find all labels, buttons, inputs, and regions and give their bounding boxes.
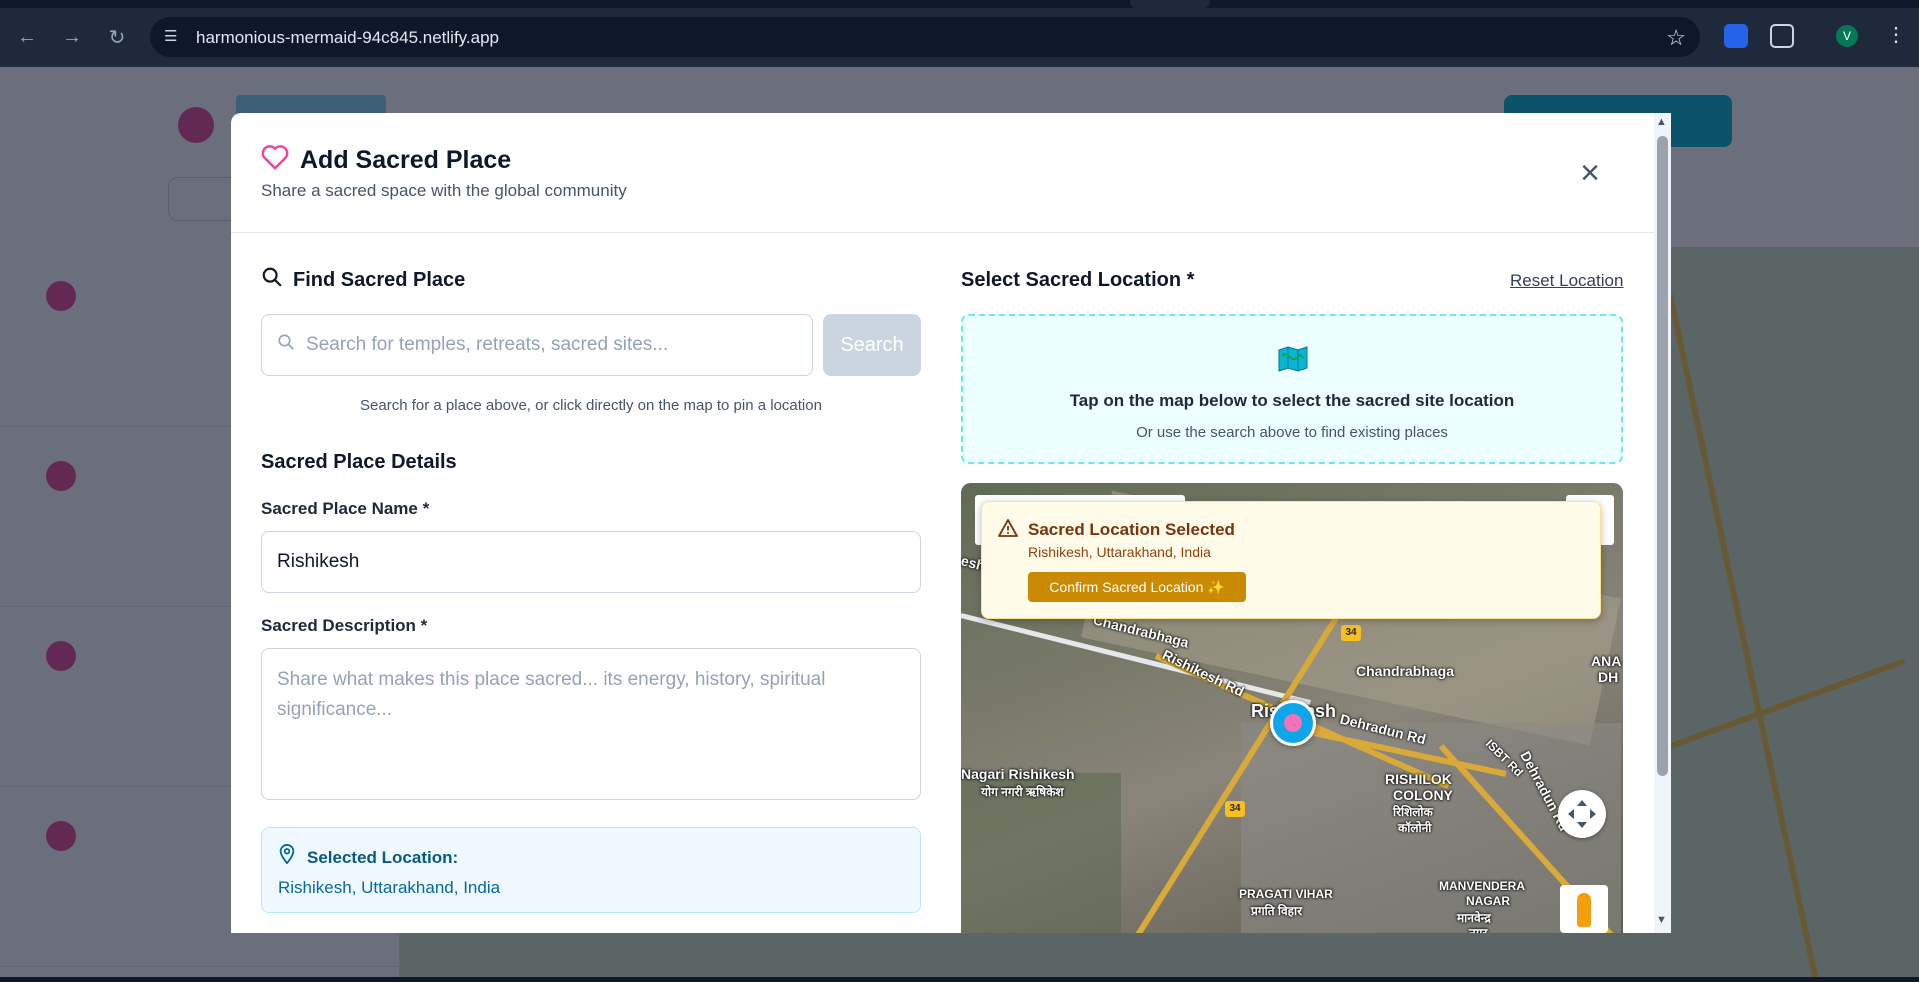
- pegman-icon: [1577, 893, 1591, 927]
- place-name-label: Sacred Place Name *: [261, 499, 430, 518]
- map-label: रिशिलोक: [1393, 805, 1433, 819]
- modal-title: Add Sacred Place: [300, 146, 512, 174]
- browser-chrome: ← → ↻ ☰ harmonious-mermaid-94c845.netlif…: [0, 0, 1919, 67]
- find-section-title: Find Sacred Place: [293, 269, 466, 291]
- add-place-modal: Add Sacred Place Share a sacred space wi…: [231, 113, 1671, 933]
- modal-header: Add Sacred Place Share a sacred space wi…: [231, 113, 1671, 233]
- modal-subtitle: Share a sacred space with the global com…: [261, 181, 627, 200]
- search-hint: Search for a place above, or click direc…: [360, 397, 822, 414]
- profile-avatar[interactable]: V: [1836, 25, 1858, 47]
- selected-location-label: Selected Location:: [307, 848, 459, 867]
- forward-arrow-icon[interactable]: →: [57, 22, 87, 52]
- scroll-up-arrow-icon[interactable]: ▲: [1656, 116, 1667, 128]
- back-arrow-icon[interactable]: ←: [12, 22, 42, 52]
- route-shield: 34: [1341, 625, 1361, 641]
- place-search-input[interactable]: [306, 325, 796, 365]
- map-label: PRAGATI VIHAR: [1239, 887, 1333, 901]
- more-vert-icon[interactable]: ⋮: [1886, 22, 1906, 47]
- map-pan-control[interactable]: [1558, 790, 1606, 838]
- map-label: नगर: [1469, 926, 1488, 933]
- description-label: Sacred Description *: [261, 616, 428, 635]
- details-section-title: Sacred Place Details: [261, 451, 457, 473]
- extension-icon[interactable]: [1724, 24, 1748, 48]
- url-text[interactable]: harmonious-mermaid-94c845.netlify.app: [196, 28, 499, 48]
- bookmark-star-icon[interactable]: ☆: [1666, 25, 1686, 51]
- taskbar-edge: [0, 977, 1919, 982]
- search-button[interactable]: Search: [823, 314, 921, 376]
- alert-title: Sacred Location Selected: [1028, 520, 1235, 539]
- route-shield: 34: [1225, 801, 1245, 817]
- map-label: कॉलोनी: [1398, 821, 1432, 835]
- modal-scrollbar-thumb[interactable]: [1657, 136, 1668, 776]
- tab-strip: [0, 0, 1919, 8]
- street-view-pegman[interactable]: [1560, 885, 1608, 933]
- map-label: MANVENDERA: [1439, 879, 1526, 893]
- search-icon: [278, 334, 294, 350]
- place-search-box[interactable]: [261, 314, 813, 376]
- flower-icon: [1284, 714, 1302, 732]
- site-info-icon[interactable]: ☰: [164, 27, 184, 47]
- place-name-input[interactable]: Rishikesh: [261, 531, 921, 593]
- confirm-location-button[interactable]: Confirm Sacred Location ✨: [1028, 572, 1246, 602]
- map-label: COLONY: [1393, 787, 1453, 803]
- map-label: Chandrabhaga: [1356, 663, 1455, 679]
- puzzle-icon[interactable]: [1770, 24, 1794, 48]
- map-label: प्रगति विहार: [1251, 904, 1303, 918]
- scroll-down-arrow-icon[interactable]: ▼: [1656, 914, 1667, 926]
- tap-instruction-main: Tap on the map below to select the sacre…: [1069, 391, 1515, 410]
- selected-location-box: Selected Location: Rishikesh, Uttarakhan…: [261, 827, 921, 913]
- select-location-title: Select Sacred Location *: [961, 269, 1195, 291]
- tab-gap: [1130, 0, 1210, 8]
- map-label: Nagari Rishikesh: [961, 766, 1075, 782]
- map-label: RISHILOK: [1385, 771, 1452, 787]
- map-pin-icon: [279, 844, 295, 864]
- close-icon[interactable]: ×: [1572, 156, 1608, 193]
- tap-instruction-box: Tap on the map below to select the sacre…: [961, 314, 1623, 464]
- location-map[interactable]: Chandrabhaga Chandrabhaga Rishikesh Rd R…: [961, 483, 1623, 933]
- alert-subtitle: Rishikesh, Uttarakhand, India: [1028, 544, 1211, 560]
- selected-location-value: Rishikesh, Uttarakhand, India: [278, 878, 501, 897]
- search-icon: [262, 267, 282, 287]
- map-label: NAGAR: [1466, 894, 1510, 908]
- description-textarea[interactable]: Share what makes this place sacred... it…: [261, 648, 921, 800]
- move-arrows-icon: [1568, 800, 1596, 828]
- heart-icon: [261, 145, 289, 170]
- map-icon: [1278, 346, 1308, 372]
- map-label: ANA: [1591, 653, 1622, 669]
- location-selected-alert: Sacred Location Selected Rishikesh, Utta…: [981, 501, 1601, 619]
- tap-instruction-sub: Or use the search above to find existing…: [1136, 424, 1448, 441]
- reset-location-link[interactable]: Reset Location: [1510, 271, 1623, 291]
- address-bar[interactable]: ☰ harmonious-mermaid-94c845.netlify.app …: [150, 17, 1700, 57]
- map-label: DH: [1598, 669, 1619, 685]
- location-marker[interactable]: [1270, 700, 1316, 746]
- map-label: योग नगरी ऋषिकेश: [981, 785, 1064, 799]
- warning-icon: [998, 519, 1018, 537]
- reload-icon[interactable]: ↻: [102, 22, 132, 52]
